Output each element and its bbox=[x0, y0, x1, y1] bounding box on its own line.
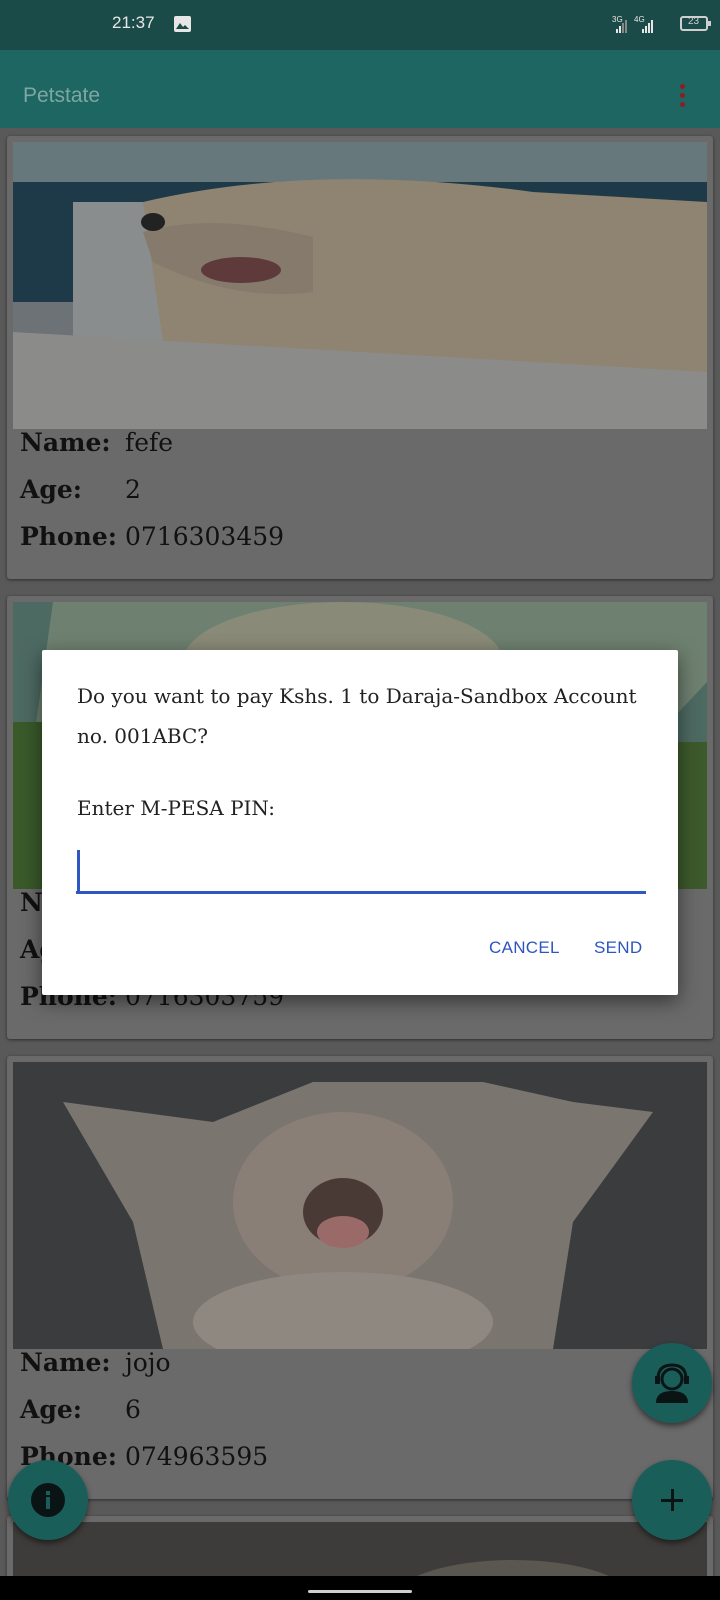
dialog-message: Do you want to pay Kshs. 1 to Daraja-San… bbox=[77, 684, 637, 748]
pet-phone: 0716303459 bbox=[125, 522, 285, 551]
dog-photo bbox=[13, 142, 707, 429]
image-icon bbox=[174, 16, 191, 32]
text-cursor bbox=[77, 850, 80, 893]
pet-age: 6 bbox=[125, 1395, 141, 1424]
pet-age-row: Age: 6 bbox=[20, 1395, 141, 1424]
pet-age-row: Age: 2 bbox=[20, 475, 141, 504]
pet-phone: 074963595 bbox=[125, 1442, 269, 1471]
name-label: Name: bbox=[20, 428, 111, 457]
status-time: 21:37 bbox=[112, 13, 155, 32]
info-icon bbox=[31, 1483, 65, 1517]
signal-icon: 3G 4G bbox=[612, 15, 653, 33]
pin-input[interactable] bbox=[76, 846, 646, 894]
send-button[interactable]: SEND bbox=[594, 938, 642, 958]
pet-card[interactable]: Name: fefe Age: 2 Phone: 0716303459 bbox=[7, 136, 713, 579]
status-bar: 21:37 3G 4G 23 bbox=[0, 0, 720, 50]
name-label: Name: bbox=[20, 1348, 111, 1377]
pet-name: fefe bbox=[125, 428, 174, 457]
network-label-2: 4G bbox=[634, 15, 645, 24]
more-vert-icon[interactable] bbox=[680, 84, 686, 110]
battery-icon: 23 bbox=[680, 16, 711, 31]
phone-label: Phone: bbox=[20, 522, 117, 551]
app-bar: Petstate bbox=[0, 50, 720, 128]
navigation-bar bbox=[0, 1576, 720, 1600]
pet-name: jojo bbox=[125, 1348, 171, 1377]
battery-level: 23 bbox=[688, 16, 700, 27]
add-button[interactable] bbox=[632, 1460, 712, 1540]
payment-dialog: Do you want to pay Kshs. 1 to Daraja-San… bbox=[42, 650, 678, 995]
pet-age: 2 bbox=[125, 475, 141, 504]
age-label: Age: bbox=[20, 475, 83, 504]
pet-name-row: Name: jojo bbox=[20, 1348, 171, 1377]
cancel-button[interactable]: CANCEL bbox=[489, 938, 560, 958]
info-button[interactable] bbox=[8, 1460, 88, 1540]
pet-card[interactable]: Name: jojo Age: 6 Phone: 074963595 bbox=[7, 1056, 713, 1499]
pet-phone-row: Phone: 0716303459 bbox=[20, 522, 284, 551]
network-label-1: 3G bbox=[612, 15, 623, 24]
pin-label: Enter M-PESA PIN: bbox=[77, 796, 275, 820]
home-gesture-bar[interactable] bbox=[308, 1590, 412, 1593]
age-label: Age: bbox=[20, 1395, 83, 1424]
plus-icon bbox=[661, 1489, 683, 1511]
pet-name-row: Name: fefe bbox=[20, 428, 173, 457]
cat-photo bbox=[13, 1062, 707, 1349]
support-button[interactable] bbox=[632, 1343, 712, 1423]
support-agent-icon bbox=[655, 1363, 689, 1403]
app-title: Petstate bbox=[23, 84, 101, 107]
